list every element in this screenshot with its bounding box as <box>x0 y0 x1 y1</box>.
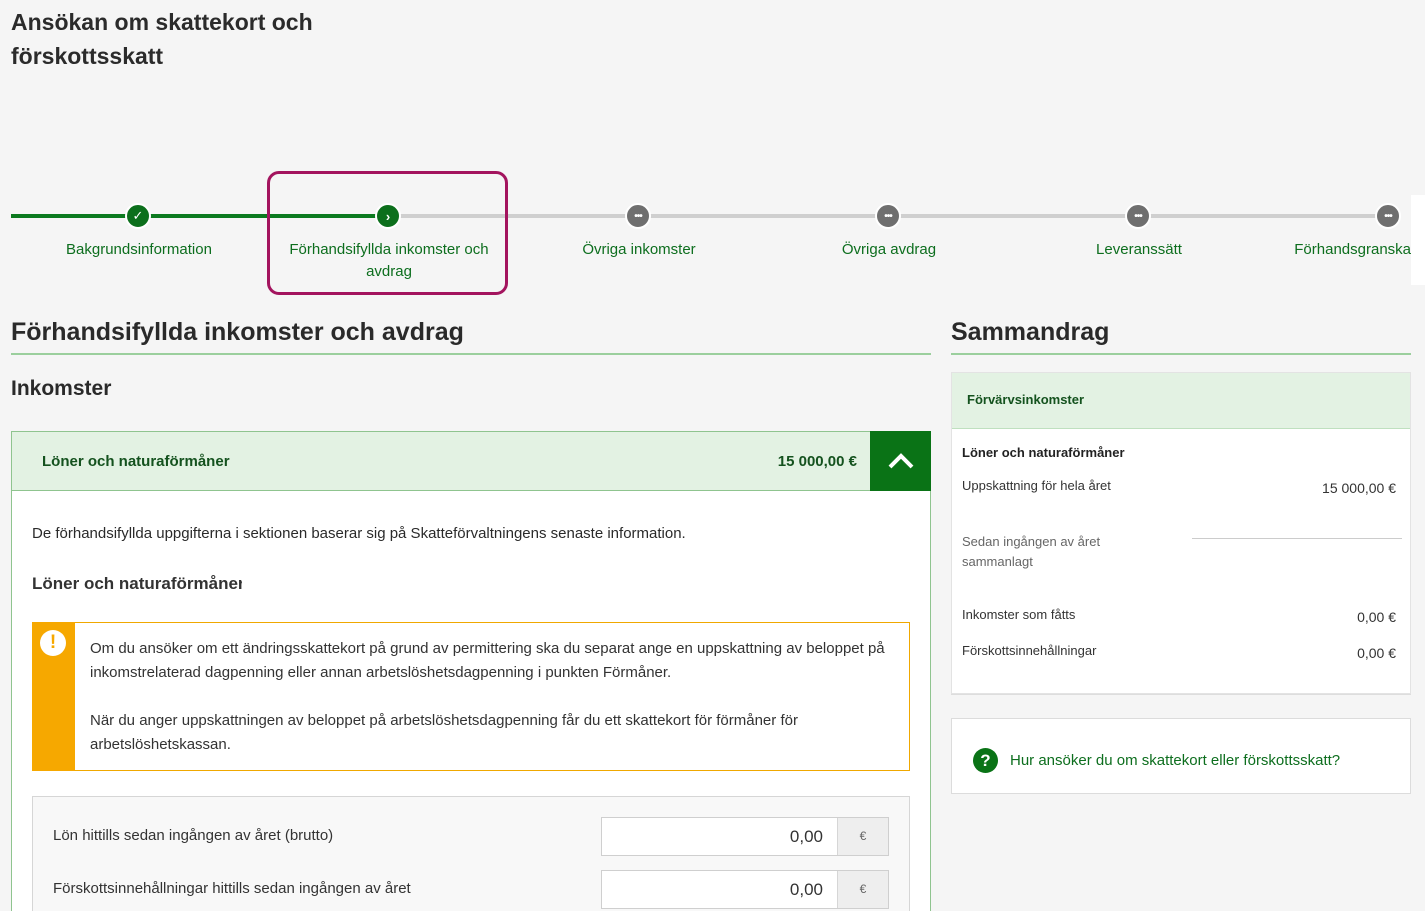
salary-input-group: € <box>601 817 889 856</box>
euro-unit: € <box>837 871 888 908</box>
since-start-divider <box>1192 538 1402 539</box>
notice-paragraph-2: När du anger uppskattningen av beloppet … <box>90 712 798 753</box>
income-received-value: 0,00 € <box>1357 609 1396 625</box>
help-link[interactable]: Hur ansöker du om skattekort eller försk… <box>1010 752 1340 769</box>
progress-stepper: ✓ Bakgrundsinformation › Förhandsifyllda… <box>0 195 1425 295</box>
estimate-label: Uppskattning för hela året <box>962 478 1111 493</box>
group-label: Löner och naturaförmåner <box>32 574 242 593</box>
euro-unit: € <box>837 818 888 855</box>
accordion-title: Löner och naturaförmåner <box>42 452 230 470</box>
ellipsis-icon[interactable]: ••• <box>875 203 901 229</box>
question-icon: ? <box>973 748 998 773</box>
prefilled-info-text: De förhandsifyllda uppgifterna i sektion… <box>32 525 686 542</box>
chevron-up-icon[interactable] <box>870 431 931 491</box>
summary-card-title: Förvärvsinkomster <box>967 392 1085 407</box>
withholding-value: 0,00 € <box>1357 645 1396 661</box>
salary-input[interactable] <box>602 818 837 855</box>
app-title: Ansökan om skattekort och förskottsskatt <box>11 9 313 69</box>
summary-group-title: Löner och naturaförmåner <box>962 445 1125 460</box>
summary-card-header: Förvärvsinkomster <box>952 373 1410 429</box>
step-label-forhandsgranska[interactable]: Förhandsgranska <box>1230 239 1425 261</box>
salary-accordion: Löner och naturaförmåner 15 000,00 € De … <box>11 431 931 911</box>
exclamation-icon: ! <box>40 630 66 656</box>
accordion-header[interactable]: Löner och naturaförmåner 15 000,00 € <box>12 431 931 491</box>
since-start-label: Sedan ingången av året sammanlagt <box>962 534 1101 569</box>
summary-heading: Sammandrag <box>951 318 1411 355</box>
withholding-label: Förskottsinnehållningar <box>962 643 1097 658</box>
step-label-ovriga-inkomster[interactable]: Övriga inkomster <box>519 239 759 261</box>
withholding-field-label: Förskottsinnehållningar hittills sedan i… <box>53 880 411 897</box>
withholding-input-group: € <box>601 870 889 909</box>
notice-paragraph-1: Om du ansöker om ett ändringsskattekort … <box>90 640 885 681</box>
warning-bar: ! <box>32 622 75 771</box>
step-label-ovriga-avdrag[interactable]: Övriga avdrag <box>769 239 1009 261</box>
ellipsis-icon[interactable]: ••• <box>1125 203 1151 229</box>
estimate-value: 15 000,00 € <box>1322 480 1396 496</box>
salary-form: Lön hittills sedan ingången av året (bru… <box>32 796 910 911</box>
accordion-amount: 15 000,00 € <box>777 452 857 470</box>
income-subheading: Inkomster <box>11 377 112 400</box>
help-card: ? Hur ansöker du om skattekort eller för… <box>951 718 1411 794</box>
step-label-leveranssatt[interactable]: Leveranssätt <box>1019 239 1259 261</box>
warning-notice: ! Om du ansöker om ett ändringsskattekor… <box>32 622 910 771</box>
summary-body: Löner och naturaförmåner Uppskattning fö… <box>952 429 1410 677</box>
income-received-label: Inkomster som fåtts <box>962 607 1076 622</box>
current-step-highlight <box>267 171 508 295</box>
summary-card: Förvärvsinkomster Löner och naturaförmån… <box>951 372 1411 694</box>
step-label-bakgrund[interactable]: Bakgrundsinformation <box>19 239 259 261</box>
salary-field-label: Lön hittills sedan ingången av året (bru… <box>53 827 334 844</box>
check-icon[interactable]: ✓ <box>125 203 151 229</box>
ellipsis-icon[interactable]: ••• <box>1375 203 1401 229</box>
withholding-input[interactable] <box>602 871 837 908</box>
section-heading: Förhandsifyllda inkomster och avdrag <box>11 318 931 355</box>
stepper-scroll-edge <box>1411 195 1425 285</box>
ellipsis-icon[interactable]: ••• <box>625 203 651 229</box>
summary-divider <box>951 694 1411 695</box>
